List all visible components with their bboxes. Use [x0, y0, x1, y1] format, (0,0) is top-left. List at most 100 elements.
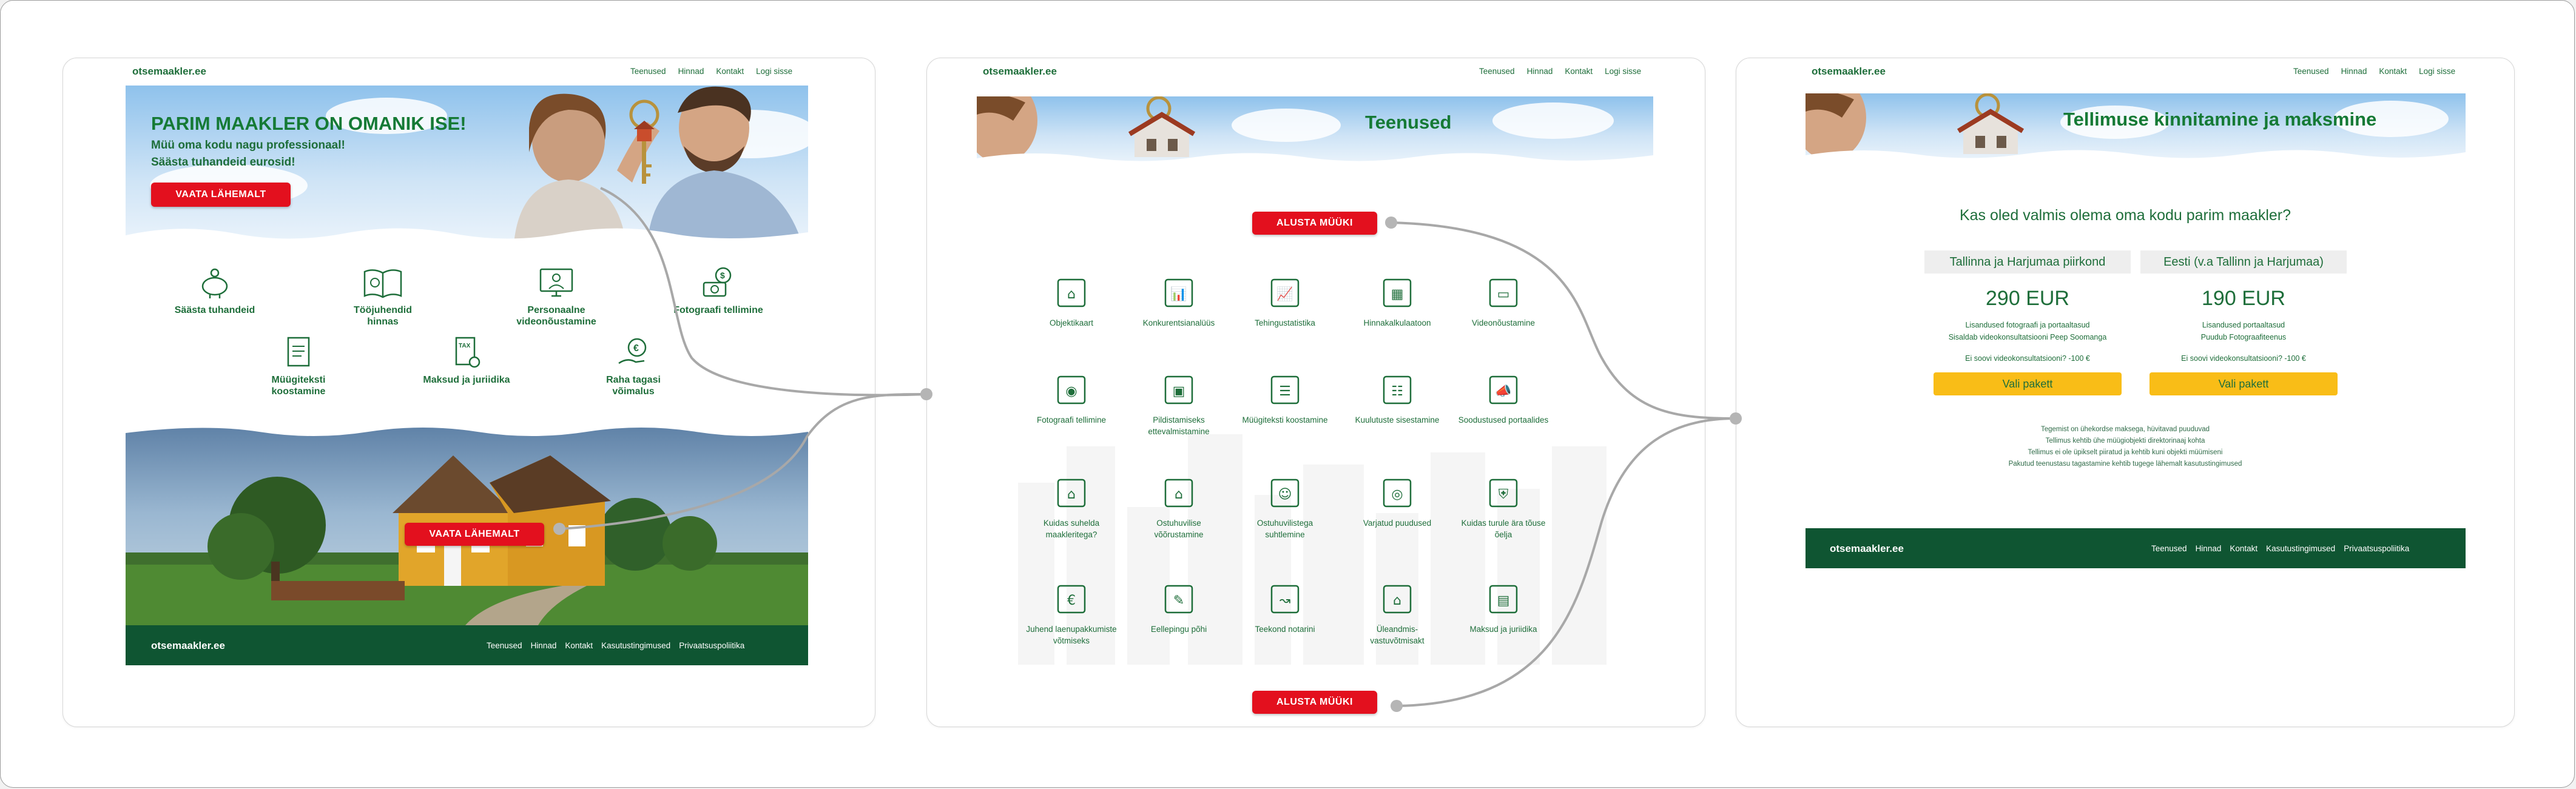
service-item[interactable]: ▤ Maksud ja juriidika [1458, 580, 1549, 635]
checkout-nav: Teenused Hinnad Kontakt Logi sisse [2293, 67, 2455, 76]
home-page-panel: otsemaakler.ee Teenused Hinnad Kontakt L… [62, 58, 875, 727]
tax-law-icon: ▤ [1489, 585, 1518, 614]
loan-bag-icon: € [1057, 585, 1086, 614]
cloud-shape [1492, 102, 1614, 139]
feature-save-label: Säästa tuhandeid [174, 305, 255, 315]
plan-tallinn-select-button[interactable]: Vali pakett [1934, 372, 2122, 395]
couple-with-keys-illustration [514, 86, 802, 243]
service-item[interactable]: ⛨ Kuidas turule ära tõuse õelja [1458, 474, 1549, 540]
checkout-nav-login[interactable]: Logi sisse [2419, 67, 2455, 76]
plan-estonia-video-option[interactable]: Ei soovi videokonsultatsiooni? -100 € [2140, 354, 2347, 363]
home-nav-teenused[interactable]: Teenused [630, 67, 666, 76]
home-footer-teenused[interactable]: Teenused [487, 641, 522, 650]
svg-text:⌂: ⌂ [1393, 593, 1401, 608]
service-item[interactable]: ▭ Videonõustamine [1458, 274, 1549, 329]
svg-text:€: € [1067, 593, 1076, 608]
services-nav-teenused[interactable]: Teenused [1479, 67, 1515, 76]
plan-estonia-feature-1: Lisandused portaaltasud [2202, 321, 2285, 329]
service-item[interactable]: € Juhend laenupakkumiste võtmiseks [1026, 580, 1117, 646]
camera-person-icon: ◉ [1057, 375, 1086, 405]
svg-text:$: $ [720, 270, 725, 280]
service-item[interactable]: 📣 Soodustused portaalides [1458, 371, 1549, 426]
route-icon: ↝ [1270, 585, 1300, 614]
services-nav-login[interactable]: Logi sisse [1605, 67, 1641, 76]
service-item[interactable]: ☰ Müügiteksti koostamine [1239, 371, 1330, 426]
house-cta-button[interactable]: VAATA LÄHEMALT [405, 523, 544, 546]
service-item-label: Müügiteksti koostamine [1242, 415, 1328, 425]
service-item-label: Tehingustatistika [1255, 318, 1315, 327]
services-title: Teenused [1365, 112, 1452, 133]
home-footer-terms[interactable]: Kasutustingimused [601, 641, 670, 650]
plan-tallinn: Tallinna ja Harjumaa piirkond 290 EUR Li… [1924, 250, 2131, 395]
checkout-nav-kontakt[interactable]: Kontakt [2379, 67, 2407, 76]
checkout-footer-teenused[interactable]: Teenused [2151, 544, 2187, 553]
service-item[interactable]: ☺ Ostuhuvilistega suhtlemine [1239, 474, 1330, 540]
services-page-panel: otsemaakler.ee Teenused Hinnad Kontakt L… [926, 58, 1705, 727]
plan-tallinn-video-option[interactable]: Ei soovi videokonsultatsiooni? -100 € [1924, 354, 2131, 363]
home-footer-privacy[interactable]: Privaatsuspoliitika [679, 641, 744, 650]
home-footer-kontakt[interactable]: Kontakt [565, 641, 593, 650]
service-item[interactable]: ▣ Pildistamiseks ettevalmistamine [1133, 371, 1224, 437]
service-item[interactable]: ☷ Kuulutuste sisestamine [1352, 371, 1443, 426]
service-item[interactable]: ⌂ Objektikaart [1026, 274, 1117, 329]
service-item[interactable]: ✎ Eellepingu põhi [1133, 580, 1224, 635]
service-item[interactable]: ⌂ Üleandmis-vastuvõtmisakt [1352, 580, 1443, 646]
feature-photographer-label: Fotograafi tellimine [673, 305, 763, 315]
contract-pen-icon: ✎ [1164, 585, 1193, 614]
checkout-nav-teenused[interactable]: Teenused [2293, 67, 2329, 76]
hero-cta-button[interactable]: VAATA LÄHEMALT [151, 183, 291, 207]
service-item[interactable]: ⌂ Kuidas suhelda maakleritega? [1026, 474, 1117, 540]
cloud-shape [1232, 109, 1341, 142]
service-item[interactable]: ◎ Varjatud puudused [1352, 474, 1443, 529]
checkout-footer-privacy[interactable]: Privaatsuspoliitika [2344, 544, 2409, 553]
service-item[interactable]: ◉ Fotograafi tellimine [1026, 371, 1117, 426]
checkout-footer-hinnad[interactable]: Hinnad [2196, 544, 2222, 553]
checkout-footer-logo[interactable]: otsemaakler.ee [1830, 543, 1904, 555]
service-item[interactable]: ⌂ Ostuhuvilise võõrustamine [1133, 474, 1224, 540]
service-item-label: Kuidas suhelda maakleritega? [1043, 519, 1100, 539]
checkout-footer-kontakt[interactable]: Kontakt [2230, 544, 2257, 553]
service-item-label: Ostuhuvilise võõrustamine [1154, 519, 1204, 539]
start-selling-button-top[interactable]: ALUSTA MÜÜKI [1252, 212, 1377, 235]
service-item-label: Varjatud puudused [1363, 519, 1432, 528]
checkout-logo[interactable]: otsemaakler.ee [1812, 65, 1886, 78]
service-item-label: Üleandmis-vastuvõtmisakt [1370, 625, 1425, 645]
service-item[interactable]: 📈 Tehingustatistika [1239, 274, 1330, 329]
book-icon [363, 269, 402, 298]
feature-video-label: Personaalne videonõustamine [516, 305, 596, 327]
plan-tallinn-region: Tallinna ja Harjumaa piirkond [1924, 250, 2131, 274]
services-topbar: otsemaakler.ee Teenused Hinnad Kontakt L… [927, 58, 1705, 89]
home-footer-hinnad[interactable]: Hinnad [531, 641, 557, 650]
svg-text:TAX: TAX [459, 343, 471, 349]
feature-money-back-label: Raha tagasi võimalus [606, 375, 661, 397]
service-item-label: Konkurentsianalüüs [1142, 318, 1215, 327]
service-item-label: Videonõustamine [1471, 318, 1536, 327]
service-item-label: Kuulutuste sisestamine [1355, 415, 1440, 425]
home-nav-kontakt[interactable]: Kontakt [716, 67, 744, 76]
service-item[interactable]: 📊 Konkurentsianalüüs [1133, 274, 1224, 329]
feature-sales-text-label: Müügiteksti koostamine [271, 375, 326, 397]
services-nav-hinnad[interactable]: Hinnad [1527, 67, 1553, 76]
piggy-bank-icon [201, 268, 228, 298]
plan-estonia-select-button[interactable]: Vali pakett [2149, 372, 2338, 395]
home-footer-logo[interactable]: otsemaakler.ee [151, 640, 225, 652]
service-item[interactable]: ▦ Hinnakalkulaatoon [1352, 274, 1443, 329]
service-item-label: Hinnakalkulaatoon [1363, 318, 1431, 327]
checkout-footer-terms[interactable]: Kasutustingimused [2266, 544, 2335, 553]
start-selling-button-bottom[interactable]: ALUSTA MÜÜKI [1252, 691, 1377, 714]
checkout-nav-hinnad[interactable]: Hinnad [2341, 67, 2367, 76]
home-nav-hinnad[interactable]: Hinnad [678, 67, 704, 76]
services-logo[interactable]: otsemaakler.ee [983, 65, 1057, 78]
service-item[interactable]: ↝ Teekond notarini [1239, 580, 1330, 635]
services-nav-kontakt[interactable]: Kontakt [1565, 67, 1593, 76]
home-nav-login[interactable]: Logi sisse [756, 67, 792, 76]
svg-text:📣: 📣 [1495, 383, 1511, 399]
video-consultation-icon [539, 268, 573, 297]
checkout-note-3: Tellimus ei ole üpikselt piiratud ja keh… [2028, 449, 2223, 456]
svg-text:⌂: ⌂ [1175, 487, 1183, 502]
svg-text:☰: ☰ [1279, 384, 1291, 399]
shield-check-icon: ⛨ [1489, 478, 1518, 508]
plan-estonia-price: 190 EUR [2202, 287, 2285, 310]
home-logo[interactable]: otsemaakler.ee [132, 65, 206, 78]
checkout-note-2: Tellimus kehtib ühe müügiobjekti direkto… [2045, 437, 2205, 445]
